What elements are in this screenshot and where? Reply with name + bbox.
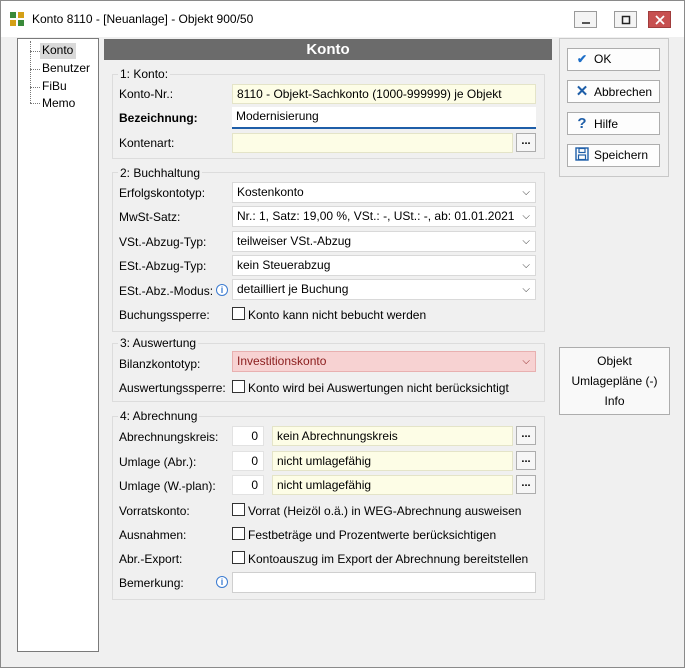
group-title-konto: 1: Konto: bbox=[118, 67, 171, 81]
umlage-wplan-field: nicht umlagefähig bbox=[272, 475, 513, 495]
est-abzug-select[interactable]: kein Steuerabzug ⌵ bbox=[232, 255, 536, 276]
mwst-select[interactable]: Nr.: 1, Satz: 19,00 %, VSt.: -, USt.: -,… bbox=[232, 206, 536, 227]
auswertungssperre-checkbox-label[interactable]: Konto wird bei Auswertungen nicht berück… bbox=[248, 381, 509, 395]
tree-item-fibu[interactable]: FiBu bbox=[42, 79, 67, 93]
info-icon[interactable]: i bbox=[216, 284, 228, 296]
abrechnungskreis-number[interactable]: 0 bbox=[232, 426, 264, 446]
ausnahmen-checkbox[interactable] bbox=[232, 527, 245, 540]
umlage-abr-label: Umlage (Abr.): bbox=[119, 455, 197, 469]
bezeichnung-label: Bezeichnung: bbox=[119, 111, 198, 125]
tree-connector bbox=[30, 103, 40, 104]
close-button[interactable] bbox=[648, 11, 671, 28]
umlage-wplan-label: Umlage (W.-plan): bbox=[119, 479, 216, 493]
chevron-down-icon: ⌵ bbox=[522, 187, 530, 198]
chevron-down-icon: ⌵ bbox=[522, 211, 530, 222]
umlage-abr-number[interactable]: 0 bbox=[232, 451, 264, 471]
maximize-button[interactable] bbox=[614, 11, 637, 28]
bilanzkontotyp-label: Bilanzkontotyp: bbox=[119, 357, 201, 371]
buchungssperre-checkbox-label[interactable]: Konto kann nicht bebucht werden bbox=[248, 308, 426, 322]
umlage-wplan-number[interactable]: 0 bbox=[232, 475, 264, 495]
umlage-wplan-browse-button[interactable]: ... bbox=[516, 475, 536, 494]
info-icon[interactable]: i bbox=[216, 576, 228, 588]
konto-nr-label: Konto-Nr.: bbox=[119, 87, 174, 101]
vst-abzug-label: VSt.-Abzug-Typ: bbox=[119, 235, 207, 249]
objekt-umlageplaene-info-button[interactable]: Objekt Umlagepläne (-) Info bbox=[559, 347, 670, 415]
group-title-buchhaltung: 2: Buchhaltung bbox=[118, 166, 203, 180]
question-icon: ? bbox=[577, 115, 587, 132]
help-button[interactable]: ? Hilfe bbox=[567, 112, 660, 135]
navigation-tree: Konto Benutzer FiBu Memo bbox=[17, 38, 99, 652]
ausnahmen-checkbox-label[interactable]: Festbeträge und Prozentwerte berücksicht… bbox=[248, 528, 496, 542]
mwst-label: MwSt-Satz: bbox=[119, 210, 181, 224]
auswertungssperre-label: Auswertungssperre: bbox=[119, 381, 226, 395]
title-bar: Konto 8110 - [Neuanlage] - Objekt 900/50 bbox=[1, 1, 684, 37]
vst-abzug-select[interactable]: teilweiser VSt.-Abzug ⌵ bbox=[232, 231, 536, 252]
ausnahmen-label: Ausnahmen: bbox=[119, 528, 187, 542]
abrechnungskreis-browse-button[interactable]: ... bbox=[516, 426, 536, 445]
abr-export-label: Abr.-Export: bbox=[119, 552, 183, 566]
est-modus-select[interactable]: detailliert je Buchung ⌵ bbox=[232, 279, 536, 300]
chevron-down-icon: ⌵ bbox=[522, 260, 530, 271]
umlage-abr-browse-button[interactable]: ... bbox=[516, 451, 536, 470]
abr-export-checkbox-label[interactable]: Kontoauszug im Export der Abrechnung ber… bbox=[248, 552, 528, 566]
tree-item-benutzer[interactable]: Benutzer bbox=[42, 61, 90, 75]
auswertungssperre-checkbox[interactable] bbox=[232, 380, 245, 393]
group-title-abrechnung: 4: Abrechnung bbox=[118, 409, 200, 423]
group-title-auswertung: 3: Auswertung bbox=[118, 336, 199, 350]
tree-item-konto[interactable]: Konto bbox=[42, 43, 73, 57]
bemerkung-label: Bemerkung: bbox=[119, 576, 184, 590]
umlage-abr-field: nicht umlagefähig bbox=[272, 451, 513, 471]
objekt-button-line3: Info bbox=[604, 394, 625, 408]
chevron-down-icon: ⌵ bbox=[522, 356, 530, 367]
minimize-button[interactable] bbox=[574, 11, 597, 28]
tree-connector bbox=[30, 69, 40, 70]
buchungssperre-label: Buchungssperre: bbox=[119, 308, 210, 322]
erfolgskontotyp-select[interactable]: Kostenkonto ⌵ bbox=[232, 182, 536, 203]
tree-connector bbox=[30, 51, 40, 52]
mwst-value: Nr.: 1, Satz: 19,00 %, VSt.: -, USt.: -,… bbox=[237, 209, 515, 223]
abr-export-checkbox[interactable] bbox=[232, 551, 245, 564]
bemerkung-input[interactable] bbox=[232, 572, 536, 593]
tree-connector bbox=[30, 87, 40, 88]
tree-item-memo[interactable]: Memo bbox=[42, 96, 75, 110]
check-icon: ✔ bbox=[576, 52, 588, 66]
konto-nr-field: 8110 - Objekt-Sachkonto (1000-999999) je… bbox=[232, 84, 536, 104]
bilanzkontotyp-value: Investitionskonto bbox=[237, 354, 327, 368]
cancel-button[interactable]: ✕ Abbrechen bbox=[567, 80, 660, 103]
abrechnungskreis-label: Abrechnungskreis: bbox=[119, 430, 219, 444]
x-icon: ✕ bbox=[575, 83, 589, 100]
vorratskonto-label: Vorratskonto: bbox=[119, 504, 190, 518]
bezeichnung-input[interactable]: Modernisierung bbox=[232, 107, 536, 129]
abrechnungskreis-field: kein Abrechnungskreis bbox=[272, 426, 513, 446]
ok-button[interactable]: ✔ OK bbox=[567, 48, 660, 71]
chevron-down-icon: ⌵ bbox=[522, 284, 530, 295]
est-abzug-value: kein Steuerabzug bbox=[237, 258, 331, 272]
objekt-button-line2: Umlagepläne (-) bbox=[571, 374, 658, 388]
floppy-icon bbox=[574, 145, 590, 166]
app-icon bbox=[9, 11, 25, 27]
vorratskonto-checkbox[interactable] bbox=[232, 503, 245, 516]
est-modus-label: ESt.-Abz.-Modus: bbox=[119, 284, 214, 298]
vorratskonto-checkbox-label[interactable]: Vorrat (Heizöl o.ä.) in WEG-Abrechnung a… bbox=[248, 504, 521, 518]
kontenart-label: Kontenart: bbox=[119, 136, 175, 150]
est-abzug-label: ESt.-Abzug-Typ: bbox=[119, 259, 207, 273]
chevron-down-icon: ⌵ bbox=[522, 236, 530, 247]
buchungssperre-checkbox[interactable] bbox=[232, 307, 245, 320]
window-title: Konto 8110 - [Neuanlage] - Objekt 900/50 bbox=[32, 12, 254, 26]
bilanzkontotyp-select[interactable]: Investitionskonto ⌵ bbox=[232, 351, 536, 372]
erfolgskontotyp-label: Erfolgskontotyp: bbox=[119, 186, 206, 200]
est-modus-value: detailliert je Buchung bbox=[237, 282, 349, 296]
section-header: Konto bbox=[104, 39, 552, 60]
save-button[interactable]: Speichern bbox=[567, 144, 660, 167]
vst-abzug-value: teilweiser VSt.-Abzug bbox=[237, 234, 352, 248]
erfolgskontotyp-value: Kostenkonto bbox=[237, 185, 304, 199]
objekt-button-line1: Objekt bbox=[597, 354, 632, 368]
kontenart-field[interactable] bbox=[232, 133, 513, 153]
kontenart-browse-button[interactable]: ... bbox=[516, 133, 536, 152]
